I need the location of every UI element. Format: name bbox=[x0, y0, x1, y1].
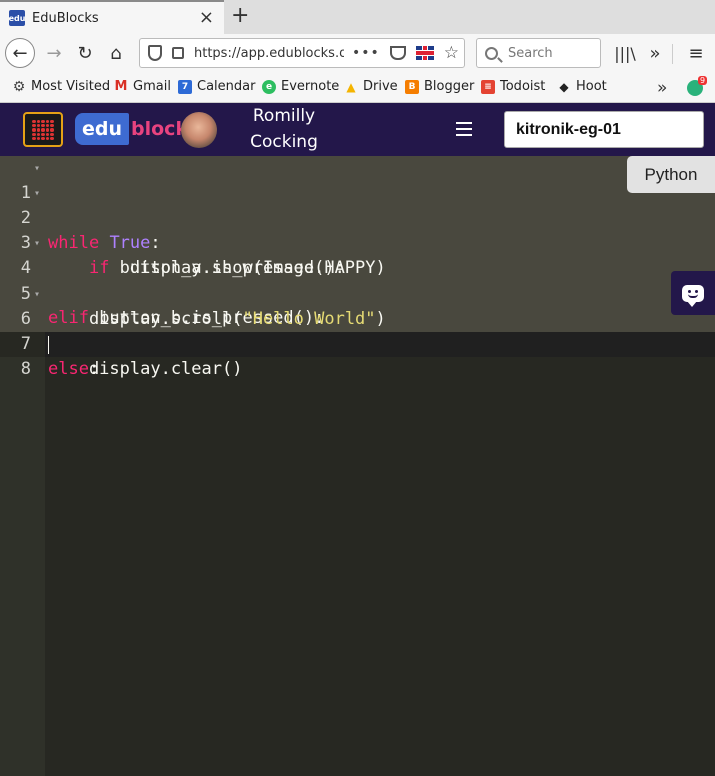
user-name: Romilly Cocking bbox=[235, 103, 333, 156]
blogger-icon: B bbox=[405, 79, 419, 94]
fold-arrow-icon[interactable]: ▾ bbox=[34, 282, 40, 307]
bookmarks-overflow-icon[interactable]: » bbox=[657, 78, 667, 98]
todoist-icon: ≡ bbox=[481, 79, 495, 94]
brand-edu: edu bbox=[75, 113, 130, 145]
text-cursor bbox=[48, 335, 49, 354]
evernote-icon: e bbox=[262, 79, 276, 94]
bookmark-most-visited[interactable]: ⚙ Most Visited bbox=[12, 78, 111, 95]
user-last-name: Cocking bbox=[250, 132, 318, 152]
search-icon bbox=[485, 46, 498, 60]
calendar-icon: 7 bbox=[178, 79, 192, 94]
user-first-name: Romilly bbox=[252, 106, 316, 126]
microbit-leds bbox=[32, 120, 54, 140]
bookmark-hoot[interactable]: ◆ Hoot bbox=[557, 79, 607, 94]
python-toggle-button[interactable]: Python bbox=[627, 156, 715, 193]
bookmark-calendar[interactable]: 7 Calendar bbox=[178, 79, 255, 94]
url-text[interactable]: https://app.edublocks.or bbox=[194, 46, 344, 61]
uk-flag-icon[interactable] bbox=[415, 46, 434, 60]
project-name-input[interactable] bbox=[504, 111, 704, 148]
microbit-logo-icon bbox=[23, 112, 63, 147]
line-number: 8 bbox=[20, 358, 31, 379]
gmail-icon: M bbox=[114, 79, 128, 94]
bookmark-label: Drive bbox=[363, 79, 398, 94]
back-button[interactable]: ← bbox=[5, 38, 35, 68]
search-placeholder: Search bbox=[508, 45, 553, 61]
bookmark-blogger[interactable]: B Blogger bbox=[405, 79, 474, 94]
code-text: display.clear() bbox=[48, 358, 243, 379]
bookmark-todoist[interactable]: ≡ Todoist bbox=[481, 79, 545, 94]
browser-tab[interactable]: edu EduBlocks × bbox=[0, 0, 224, 34]
code-line: 4 ▾ elif button_b.is_pressed(): bbox=[0, 231, 715, 328]
home-button[interactable]: ⌂ bbox=[101, 38, 131, 68]
menu-icon[interactable] bbox=[456, 122, 472, 136]
code-editor[interactable]: 1 ▾ while True: 2 ▾ if button_a.is_press… bbox=[0, 156, 715, 379]
edublocks-favicon-icon: edu bbox=[9, 10, 25, 26]
bookmarks-bar: ⚙ Most Visited M Gmail 7 Calendar e Ever… bbox=[0, 72, 715, 103]
code-line: 8 bbox=[0, 332, 715, 379]
browser-menu-icon[interactable]: ≡ bbox=[681, 38, 711, 68]
bookmark-drive[interactable]: ▲ Drive bbox=[344, 79, 398, 94]
bookmark-label: Todoist bbox=[500, 79, 546, 94]
bookmark-label: Blogger bbox=[424, 79, 475, 94]
extension-badge: 9 bbox=[698, 76, 708, 85]
toolbar-overflow-icon[interactable]: » bbox=[640, 38, 670, 68]
page-actions-icon[interactable]: ••• bbox=[352, 45, 380, 61]
code-line: 3 display.show(Image.HAPPY) bbox=[0, 206, 715, 278]
chat-icon bbox=[682, 284, 704, 307]
search-input[interactable]: Search bbox=[476, 38, 601, 68]
lock-icon[interactable] bbox=[172, 47, 184, 59]
fold-arrow-icon[interactable]: ▾ bbox=[34, 231, 40, 256]
tracking-shield-icon[interactable] bbox=[148, 45, 162, 61]
code-line: 5 display.scroll("Hello World") bbox=[0, 257, 715, 329]
bookmark-label: Gmail bbox=[133, 79, 171, 94]
owl-icon: ◆ bbox=[559, 79, 569, 94]
code-line: 1 ▾ while True: bbox=[0, 156, 715, 253]
bookmark-label: Evernote bbox=[281, 79, 340, 94]
chat-support-button[interactable] bbox=[671, 271, 715, 315]
bookmark-label: Calendar bbox=[197, 79, 256, 94]
fold-arrow-icon[interactable]: ▾ bbox=[34, 181, 40, 206]
avatar[interactable] bbox=[181, 112, 217, 148]
browser-tab-strip: edu EduBlocks × + bbox=[0, 0, 715, 34]
library-icon[interactable]: |||\ bbox=[610, 38, 640, 68]
reload-button[interactable]: ↻ bbox=[70, 38, 100, 68]
toolbar-divider bbox=[672, 44, 673, 64]
pocket-icon[interactable] bbox=[389, 46, 406, 60]
drive-icon: ▲ bbox=[346, 79, 356, 94]
code-line: 6 ▾ else: bbox=[0, 282, 715, 379]
browser-navbar: ← → ↻ ⌂ https://app.edublocks.or ••• ☆ S… bbox=[0, 34, 715, 72]
bookmark-star-icon[interactable]: ☆ bbox=[444, 43, 459, 63]
bookmark-evernote[interactable]: e Evernote bbox=[262, 79, 339, 94]
close-tab-icon[interactable]: × bbox=[199, 9, 214, 27]
code-line: 7 display.clear() bbox=[0, 307, 715, 379]
forward-button[interactable]: → bbox=[39, 38, 69, 68]
url-bar[interactable]: https://app.edublocks.or ••• ☆ bbox=[139, 38, 465, 68]
new-tab-button[interactable]: + bbox=[231, 4, 249, 28]
bookmark-label: Hoot bbox=[576, 79, 607, 94]
bookmark-gmail[interactable]: M Gmail bbox=[114, 79, 171, 94]
gear-icon: ⚙ bbox=[12, 78, 26, 95]
code-line: 2 ▾ if button_a.is_pressed(): bbox=[0, 181, 715, 278]
fold-arrow-icon[interactable]: ▾ bbox=[34, 156, 40, 181]
tab-title: EduBlocks bbox=[32, 10, 99, 26]
bookmark-label: Most Visited bbox=[31, 79, 111, 94]
